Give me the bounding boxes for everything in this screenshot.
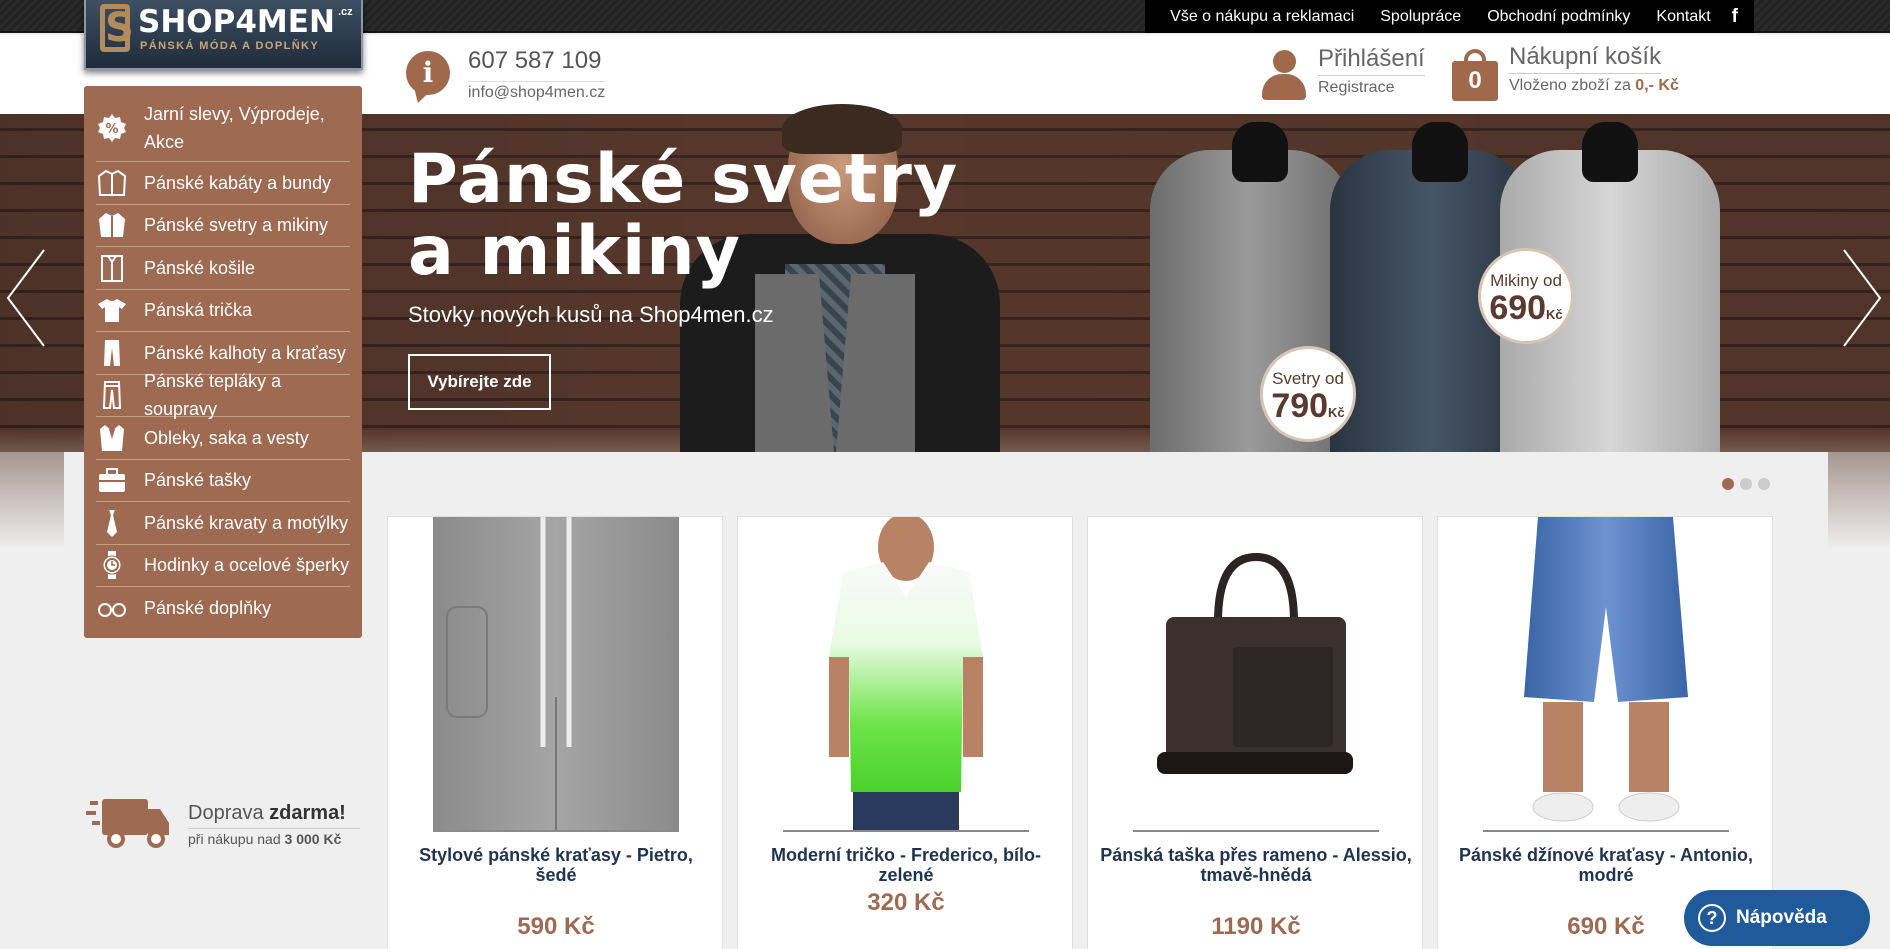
cart-count: 0 xyxy=(1452,61,1498,101)
delivery-truck-icon xyxy=(86,795,170,854)
menu-item-shirts[interactable]: Pánské košile xyxy=(96,247,350,290)
suit-icon xyxy=(96,422,128,454)
product-divider xyxy=(783,830,1029,832)
product-name[interactable]: Stylové pánské kraťasy - Pietro, šedé xyxy=(398,845,714,885)
logo[interactable]: S SHOP4MEN .cz PÁNSKÁ MÓDA A DOPLŇKY xyxy=(84,0,363,70)
product-card[interactable]: Moderní tričko - Frederico, bílo-zelené … xyxy=(737,513,1073,949)
menu-item-label: Pánské košile xyxy=(144,257,256,278)
menu-item-bags[interactable]: Pánské tašky xyxy=(96,460,350,502)
menu-item-label: Jarní slevy, Výprodeje, Akce xyxy=(144,103,325,152)
product-card[interactable]: Stylové pánské kraťasy - Pietro, šedé 59… xyxy=(387,516,723,949)
product-name[interactable]: Pánské džínové kraťasy - Antonio, modré xyxy=(1448,845,1764,885)
cart-title[interactable]: Nákupní košík xyxy=(1509,43,1662,74)
facebook-icon[interactable]: f xyxy=(1732,6,1738,28)
menu-item-tracksuits[interactable]: Pánské tepláky a soupravy xyxy=(96,371,350,419)
slider-dot-1[interactable] xyxy=(1722,478,1734,490)
help-button[interactable]: ? Nápověda xyxy=(1684,890,1870,946)
product-divider xyxy=(433,830,679,832)
trousers-icon xyxy=(96,337,128,369)
login-link[interactable]: Přihlášení xyxy=(1318,45,1425,76)
product-price: 320 Kč xyxy=(867,889,945,916)
product-name[interactable]: Moderní tričko - Frederico, bílo-zelené xyxy=(748,845,1064,885)
free-shipping-condition: při nákupu nad 3 000 Kč xyxy=(188,828,360,847)
mannequin-head xyxy=(1232,122,1288,182)
product-card[interactable]: Pánská taška přes rameno - Alessio, tmav… xyxy=(1087,516,1423,949)
menu-item-sales[interactable]: % Jarní slevy, Výprodeje, Akce xyxy=(96,94,350,162)
email-link[interactable]: info@shop4men.cz xyxy=(468,81,606,102)
sweaters-price-badge: Svetry od 790Kč xyxy=(1260,346,1356,442)
hero-cta-button[interactable]: Vybírejte zde xyxy=(408,354,551,410)
slider-dot-2[interactable] xyxy=(1740,478,1752,490)
percent-icon: % xyxy=(96,112,128,144)
help-label: Nápověda xyxy=(1736,907,1827,928)
menu-item-watches[interactable]: Hodinky a ocelové šperky xyxy=(96,545,350,587)
slider-dot-3[interactable] xyxy=(1758,478,1770,490)
category-menu: % Jarní slevy, Výprodeje, Akce Pánské ka… xyxy=(84,86,362,638)
product-name[interactable]: Pánská taška přes rameno - Alessio, tmav… xyxy=(1098,845,1414,885)
menu-item-label: Obleky, saka a vesty xyxy=(144,427,309,448)
user-icon[interactable] xyxy=(1262,50,1306,100)
tracksuit-icon xyxy=(96,379,128,411)
menu-item-label: Pánské tašky xyxy=(144,470,252,491)
product-image-bag[interactable] xyxy=(1133,517,1379,830)
hoodies-price-badge: Mikiny od 690Kč xyxy=(1478,248,1574,344)
hero-subtitle: Stovky nových kusů na Shop4men.cz xyxy=(408,302,774,327)
hero-title: Pánské svetry a mikiny xyxy=(408,140,959,291)
product-divider xyxy=(1483,830,1729,832)
menu-item-accessories[interactable]: Pánské doplňky xyxy=(96,587,350,630)
menu-item-label: Pánské kalhoty a kraťasy xyxy=(144,342,346,363)
product-price: 1190 Kč xyxy=(1211,913,1301,940)
tie-icon xyxy=(96,507,128,539)
free-shipping-title: Doprava zdarma! xyxy=(188,802,346,824)
menu-item-sweaters[interactable]: Pánské svetry a mikiny xyxy=(96,205,350,247)
jacket-icon xyxy=(96,167,128,199)
nav-link-cooperation[interactable]: Spolupráce xyxy=(1380,8,1461,26)
watch-icon xyxy=(96,549,128,581)
menu-item-label: Hodinky a ocelové šperky xyxy=(144,555,350,576)
briefcase-icon xyxy=(96,464,128,496)
menu-item-coats[interactable]: Pánské kabáty a bundy xyxy=(96,162,350,205)
slider-prev-arrow-icon[interactable] xyxy=(6,248,46,348)
menu-item-label: Pánské kabáty a bundy xyxy=(144,172,332,193)
sweater-icon xyxy=(96,209,128,241)
slider-next-arrow-icon[interactable] xyxy=(1842,248,1882,348)
nav-link-terms[interactable]: Obchodní podmínky xyxy=(1487,8,1630,26)
mannequin-head xyxy=(1412,122,1468,182)
glasses-icon xyxy=(96,592,128,624)
cart-summary: Vloženo zboží za 0,- Kč xyxy=(1509,77,1679,94)
menu-item-label: Pánské kravaty a motýlky xyxy=(144,512,349,533)
nav-link-purchase-info[interactable]: Vše o nákupu a reklamaci xyxy=(1170,8,1354,26)
product-card[interactable]: Pánské džínové kraťasy - Antonio, modré … xyxy=(1437,516,1773,949)
svg-text:%: % xyxy=(105,122,118,137)
menu-item-label: Pánská trička xyxy=(144,300,253,321)
menu-item-ties[interactable]: Pánské kravaty a motýlky xyxy=(96,502,350,545)
product-divider xyxy=(1133,830,1379,832)
menu-item-tshirts[interactable]: Pánská trička xyxy=(96,290,350,332)
info-icon: i xyxy=(406,51,450,95)
menu-item-label: Pánské svetry a mikiny xyxy=(144,215,329,236)
menu-item-label: Pánské doplňky xyxy=(144,598,272,619)
shirt-icon xyxy=(96,252,128,284)
product-image-shorts[interactable] xyxy=(433,517,679,830)
product-image-tshirt[interactable] xyxy=(783,513,1029,830)
mannequin-head xyxy=(1582,122,1638,182)
menu-item-label: Pánské tepláky a soupravy xyxy=(144,371,282,420)
tshirt-icon xyxy=(96,294,128,326)
product-image-denim-shorts[interactable] xyxy=(1483,517,1729,830)
slider-dots xyxy=(1722,478,1770,490)
cart-bag-icon[interactable]: 0 xyxy=(1452,49,1498,101)
phone-number: 607 587 109 xyxy=(468,47,602,74)
product-price: 590 Kč xyxy=(517,913,595,940)
logo-mark: S xyxy=(100,4,134,52)
top-navigation: Vše o nákupu a reklamaci Spolupráce Obch… xyxy=(1145,0,1754,33)
menu-item-suits[interactable]: Obleky, saka a vesty xyxy=(96,417,350,460)
question-icon: ? xyxy=(1698,904,1726,932)
nav-link-contact[interactable]: Kontakt xyxy=(1656,8,1710,26)
register-link[interactable]: Registrace xyxy=(1318,79,1394,97)
